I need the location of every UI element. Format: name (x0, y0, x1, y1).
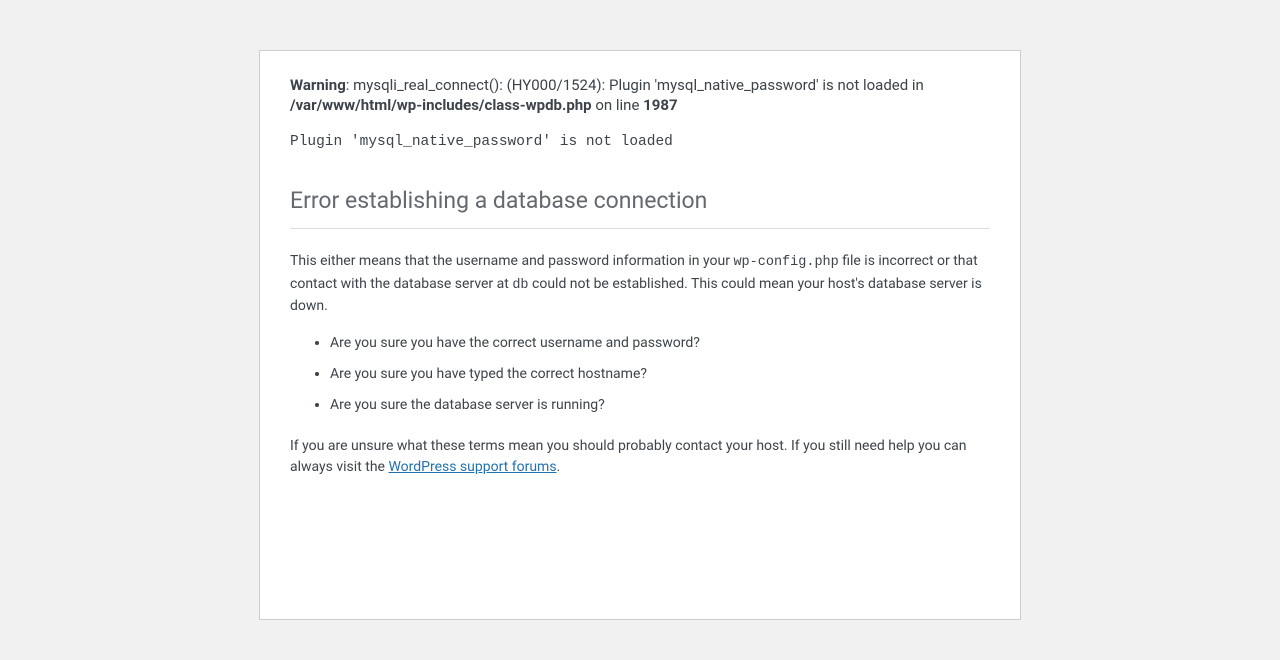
list-item: Are you sure you have the correct userna… (330, 333, 990, 354)
footer-text: If you are unsure what these terms mean … (290, 436, 990, 478)
list-item: Are you sure the database server is runn… (330, 395, 990, 416)
php-warning-label: Warning (290, 76, 346, 94)
troubleshoot-list: Are you sure you have the correct userna… (290, 333, 990, 416)
code-wp-config: wp-config.php (733, 255, 838, 270)
support-forums-link[interactable]: WordPress support forums (388, 459, 556, 475)
php-warning-online: on line (592, 96, 644, 114)
footer-part-2: . (557, 459, 561, 475)
wp-db-error-text: Plugin 'mysql_native_password' is not lo… (290, 132, 990, 154)
desc-part-1: This either means that the username and … (290, 253, 733, 269)
error-heading: Error establishing a database connection (290, 177, 990, 229)
list-item: Are you sure you have typed the correct … (330, 364, 990, 385)
php-warning-filepath: /var/www/html/wp-includes/class-wpdb.php (290, 96, 592, 114)
php-warning-linenumber: 1987 (643, 96, 677, 114)
php-warning: Warning: mysqli_real_connect(): (HY000/1… (290, 75, 990, 116)
error-card: Warning: mysqli_real_connect(): (HY000/1… (259, 50, 1021, 620)
php-warning-message: mysqli_real_connect(): (HY000/1524): Plu… (353, 76, 924, 94)
code-db-host: db (512, 278, 528, 293)
error-description: This either means that the username and … (290, 251, 990, 317)
